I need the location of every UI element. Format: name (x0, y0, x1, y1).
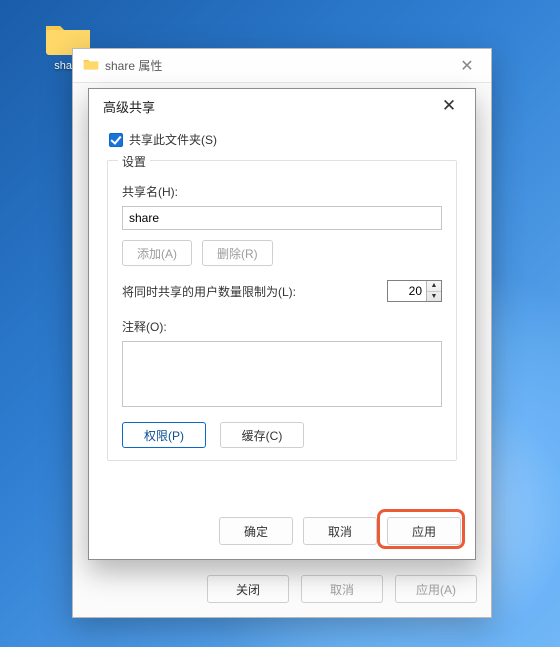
user-limit-label: 将同时共享的用户数量限制为(L): (122, 283, 296, 300)
close-icon[interactable]: ✕ (453, 56, 481, 76)
cancel-button[interactable]: 取消 (303, 517, 377, 545)
share-this-folder-input[interactable] (109, 133, 123, 147)
props-cancel-button: 取消 (301, 575, 383, 603)
advanced-sharing-title: 高级共享 (103, 97, 155, 116)
ok-button[interactable]: 确定 (219, 517, 293, 545)
spinner-down-icon[interactable]: ▼ (427, 291, 441, 302)
advanced-sharing-dialog: 高级共享 ✕ 共享此文件夹(S) 设置 共享名(H): 添加(A) 删除(R) … (88, 88, 476, 560)
user-limit-spinner[interactable]: ▲ ▼ (387, 280, 442, 302)
apply-button[interactable]: 应用 (387, 517, 461, 545)
user-limit-input[interactable] (388, 281, 426, 301)
settings-legend: 设置 (118, 153, 150, 170)
comment-label: 注释(O): (122, 318, 442, 335)
cache-button[interactable]: 缓存(C) (220, 422, 304, 448)
props-apply-button: 应用(A) (395, 575, 477, 603)
remove-button: 删除(R) (202, 240, 273, 266)
props-close-button[interactable]: 关闭 (207, 575, 289, 603)
advanced-sharing-titlebar[interactable]: 高级共享 ✕ (89, 89, 475, 123)
share-this-folder-checkbox[interactable]: 共享此文件夹(S) (109, 131, 457, 148)
share-this-folder-label: 共享此文件夹(S) (129, 131, 217, 148)
share-name-label: 共享名(H): (122, 183, 442, 200)
spinner-up-icon[interactable]: ▲ (427, 281, 441, 291)
permissions-button[interactable]: 权限(P) (122, 422, 206, 448)
share-name-input[interactable] (122, 206, 442, 230)
settings-fieldset: 设置 共享名(H): 添加(A) 删除(R) 将同时共享的用户数量限制为(L):… (107, 160, 457, 461)
close-icon[interactable]: ✕ (433, 96, 465, 116)
properties-title-text: share 属性 (105, 57, 162, 74)
comment-input[interactable] (122, 341, 442, 407)
folder-icon (83, 56, 99, 75)
add-button: 添加(A) (122, 240, 192, 266)
properties-titlebar[interactable]: share 属性 ✕ (73, 49, 491, 83)
